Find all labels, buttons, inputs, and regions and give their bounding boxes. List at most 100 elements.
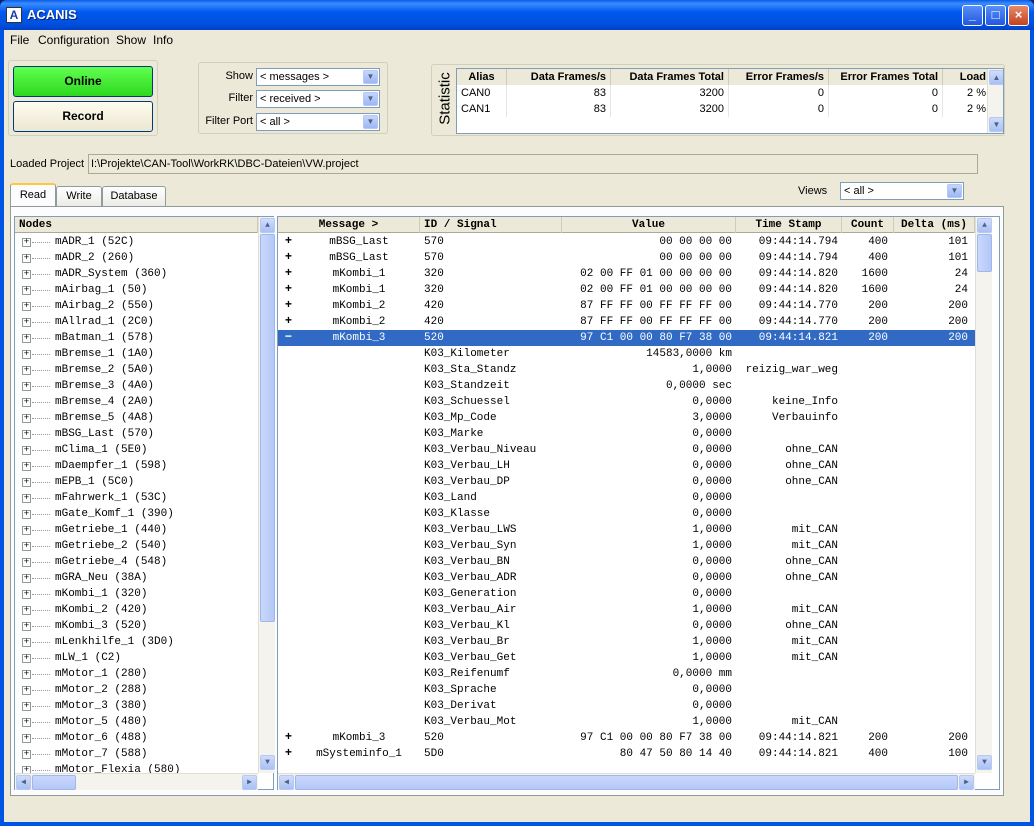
expand-icon[interactable]: + <box>22 686 31 695</box>
table-row[interactable]: K03_Verbau_Mot 1,0000 mit_CAN <box>278 714 975 730</box>
expand-icon[interactable]: + <box>22 318 31 327</box>
table-row[interactable]: K03_Generation 0,0000 <box>278 586 975 602</box>
tree-node[interactable]: + mMotor_1 (280) <box>15 666 258 682</box>
expand-icon[interactable]: + <box>284 251 293 263</box>
tree-node[interactable]: + mMotor_5 (480) <box>15 714 258 730</box>
menu-file[interactable]: File <box>10 33 29 47</box>
scroll-thumb[interactable] <box>295 775 958 790</box>
table-row[interactable]: K03_Sta_Standz 1,0000 reizig_war_weg <box>278 362 975 378</box>
table-row[interactable]: K03_Sprache 0,0000 <box>278 682 975 698</box>
expand-icon[interactable]: + <box>22 494 31 503</box>
filter-select[interactable]: < received > ▼ <box>256 90 380 108</box>
table-row[interactable]: K03_Verbau_DP 0,0000 ohne_CAN <box>278 474 975 490</box>
tree-node[interactable]: + mADR_System (360) <box>15 266 258 282</box>
expand-icon[interactable]: + <box>22 574 31 583</box>
tree-node[interactable]: + mAirbag_2 (550) <box>15 298 258 314</box>
expand-icon[interactable]: + <box>22 654 31 663</box>
col-time-stamp[interactable]: Time Stamp <box>736 217 842 233</box>
expand-icon[interactable]: + <box>22 622 31 631</box>
table-row-selected[interactable]: − mKombi_3 520 97 C1 00 00 80 F7 38 00 09:44… <box>278 330 975 346</box>
scroll-down-icon[interactable]: ▼ <box>260 755 275 770</box>
table-row[interactable]: K03_Verbau_LH 0,0000 ohne_CAN <box>278 458 975 474</box>
table-row[interactable]: + mKombi_3 520 97 C1 00 00 80 F7 38 00 09:44… <box>278 730 975 746</box>
menu-info[interactable]: Info <box>153 33 173 47</box>
table-row[interactable]: K03_Verbau_Niveau 0,0000 ohne_CAN <box>278 442 975 458</box>
tree-node[interactable]: + mADR_1 (52C) <box>15 234 258 250</box>
table-row[interactable]: K03_Verbau_BN 0,0000 ohne_CAN <box>278 554 975 570</box>
table-row[interactable]: K03_Verbau_Air 1,0000 mit_CAN <box>278 602 975 618</box>
table-row[interactable]: + mBSG_Last 570 00 00 00 00 09:44:14.794 400 1… <box>278 234 975 250</box>
scroll-down-icon[interactable]: ▼ <box>977 755 992 770</box>
expand-icon[interactable]: + <box>22 702 31 711</box>
stat-col-data-frames-total[interactable]: Data Frames Total <box>611 69 729 85</box>
expand-icon[interactable]: + <box>22 430 31 439</box>
scroll-left-icon[interactable]: ◀ <box>16 775 31 790</box>
expand-icon[interactable]: + <box>22 542 31 551</box>
expand-icon[interactable]: + <box>22 734 31 743</box>
table-row[interactable]: K03_Land 0,0000 <box>278 490 975 506</box>
tab-database[interactable]: Database <box>102 186 166 206</box>
expand-icon[interactable]: + <box>22 478 31 487</box>
expand-icon[interactable]: + <box>284 299 293 311</box>
tree-node[interactable]: + mLenkhilfe_1 (3D0) <box>15 634 258 650</box>
tree-node[interactable]: + mKombi_2 (420) <box>15 602 258 618</box>
tree-node[interactable]: + mGetriebe_4 (548) <box>15 554 258 570</box>
menu-show[interactable]: Show <box>116 33 146 47</box>
col-delta[interactable]: Delta (ms) <box>894 217 975 233</box>
tree-node[interactable]: + mGate_Komf_1 (390) <box>15 506 258 522</box>
tree-node[interactable]: + mBremse_2 (5A0) <box>15 362 258 378</box>
scroll-thumb[interactable] <box>32 775 76 790</box>
tab-read[interactable]: Read <box>10 183 56 206</box>
show-select[interactable]: < messages > ▼ <box>256 68 380 86</box>
nodes-horizontal-scrollbar[interactable]: ◀ ▶ <box>15 773 258 790</box>
table-row[interactable]: + mKombi_1 320 02 00 FF 01 00 00 00 00 09:44… <box>278 282 975 298</box>
statistic-row[interactable]: CAN0 83 3200 0 0 2 % <box>457 85 991 101</box>
table-row[interactable]: K03_Mp_Code 3,0000 Verbauinfo <box>278 410 975 426</box>
tree-node[interactable]: + mAirbag_1 (50) <box>15 282 258 298</box>
tree-node[interactable]: + mBatman_1 (578) <box>15 330 258 346</box>
table-row[interactable]: K03_Marke 0,0000 <box>278 426 975 442</box>
messages-horizontal-scrollbar[interactable]: ◀ ▶ <box>278 773 975 790</box>
tree-node[interactable]: + mMotor_2 (288) <box>15 682 258 698</box>
tab-write[interactable]: Write <box>56 186 102 206</box>
expand-icon[interactable]: + <box>22 238 31 247</box>
tree-node[interactable]: + mADR_2 (260) <box>15 250 258 266</box>
scroll-up-icon[interactable]: ▲ <box>977 218 992 233</box>
scroll-right-icon[interactable]: ▶ <box>242 775 257 790</box>
tree-node[interactable]: + mBremse_3 (4A0) <box>15 378 258 394</box>
expand-icon[interactable]: + <box>22 718 31 727</box>
expand-icon[interactable]: + <box>284 267 293 279</box>
tree-node[interactable]: + mAllrad_1 (2C0) <box>15 314 258 330</box>
tree-node[interactable]: + mClima_1 (5E0) <box>15 442 258 458</box>
chevron-down-icon[interactable]: ▼ <box>363 115 378 129</box>
expand-icon[interactable]: + <box>22 766 31 773</box>
table-row[interactable]: K03_Verbau_ADR 0,0000 ohne_CAN <box>278 570 975 586</box>
col-count[interactable]: Count <box>842 217 894 233</box>
tree-node[interactable]: + mMotor_7 (588) <box>15 746 258 762</box>
tree-node[interactable]: + mMotor_6 (488) <box>15 730 258 746</box>
table-row[interactable]: + mKombi_1 320 02 00 FF 01 00 00 00 00 09:44… <box>278 266 975 282</box>
table-row[interactable]: K03_Verbau_Kl 0,0000 ohne_CAN <box>278 618 975 634</box>
chevron-down-icon[interactable]: ▼ <box>363 92 378 106</box>
expand-icon[interactable]: + <box>22 366 31 375</box>
expand-icon[interactable]: + <box>22 302 31 311</box>
tree-node[interactable]: + mBremse_1 (1A0) <box>15 346 258 362</box>
tree-node[interactable]: + mBremse_4 (2A0) <box>15 394 258 410</box>
online-button[interactable]: Online <box>13 66 153 97</box>
expand-icon[interactable]: + <box>22 510 31 519</box>
scroll-left-icon[interactable]: ◀ <box>279 775 294 790</box>
chevron-down-icon[interactable]: ▼ <box>947 184 962 198</box>
tree-node[interactable]: + mKombi_1 (320) <box>15 586 258 602</box>
table-row[interactable]: K03_Verbau_Get 1,0000 mit_CAN <box>278 650 975 666</box>
menu-configuration[interactable]: Configuration <box>38 33 109 47</box>
expand-icon[interactable]: + <box>22 590 31 599</box>
filter-port-select[interactable]: < all > ▼ <box>256 113 380 131</box>
expand-icon[interactable]: + <box>22 750 31 759</box>
table-row[interactable]: K03_Verbau_Syn 1,0000 mit_CAN <box>278 538 975 554</box>
expand-icon[interactable]: + <box>22 382 31 391</box>
maximize-icon[interactable]: □ <box>985 5 1006 26</box>
expand-icon[interactable]: + <box>22 670 31 679</box>
scroll-right-icon[interactable]: ▶ <box>959 775 974 790</box>
expand-icon[interactable]: + <box>22 350 31 359</box>
col-id-signal[interactable]: ID / Signal <box>420 217 562 233</box>
